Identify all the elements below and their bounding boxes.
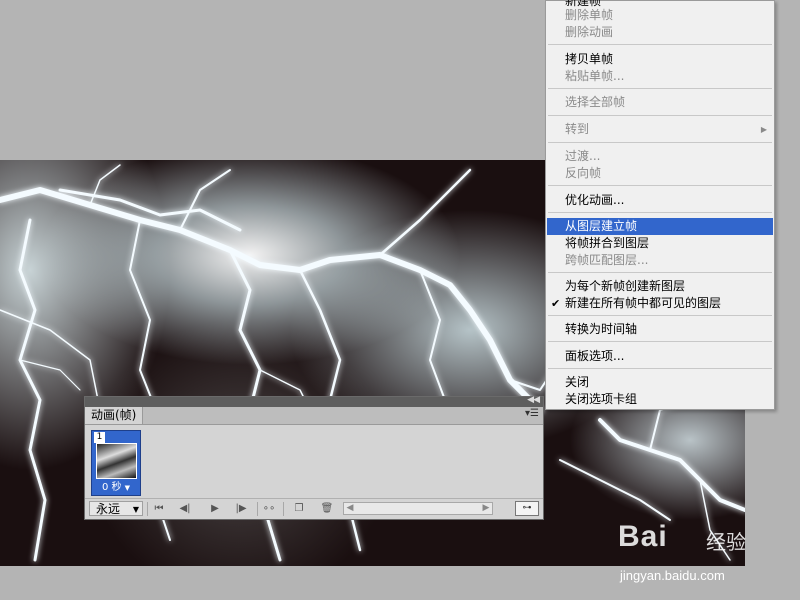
animation-frame-1[interactable]: 1 0 秒 ▼	[91, 430, 141, 496]
animation-controls-bar: 永远 ▼ ⏮ ◀| ▶ |▶ ∘∘ ❐ 🗑 ◀ ▶ ⊶	[85, 498, 543, 519]
controls-divider	[147, 502, 148, 516]
menu-separator	[548, 315, 772, 316]
menu-item-create-new-layer-each-frame[interactable]: 为每个新帧创建新图层	[547, 278, 773, 295]
menu-item-reverse-frames[interactable]: 反向帧	[547, 165, 773, 182]
panel-menu-icon[interactable]: ▾☰	[525, 408, 539, 419]
scroll-left-icon[interactable]: ◀	[344, 503, 356, 514]
scroll-right-icon[interactable]: ▶	[480, 503, 492, 514]
panel-context-menu: 新建帧 删除单帧 删除动画 拷贝单帧 粘贴单帧... 选择全部帧 转到 ▶ 过渡…	[545, 0, 775, 410]
menu-separator	[548, 44, 772, 45]
menu-item-convert-to-timeline[interactable]: 转换为时间轴	[547, 321, 773, 338]
menu-separator	[548, 212, 772, 213]
watermark-url: jingyan.baidu.com	[620, 568, 725, 583]
menu-item-delete-frame[interactable]: 删除单帧	[547, 7, 773, 24]
menu-separator	[548, 115, 772, 116]
menu-separator	[548, 272, 772, 273]
controls-divider	[257, 502, 258, 516]
menu-item-go-to[interactable]: 转到 ▶	[547, 121, 773, 138]
menu-separator	[548, 341, 772, 342]
menu-item-delete-animation[interactable]: 删除动画	[547, 24, 773, 41]
panel-title-strip[interactable]: ◀◀	[85, 395, 543, 407]
menu-item-copy-frame[interactable]: 拷贝单帧	[547, 51, 773, 68]
menu-separator	[548, 88, 772, 89]
chevron-down-icon: ▼	[132, 505, 139, 514]
menu-separator	[548, 142, 772, 143]
menu-item-panel-options[interactable]: 面板选项...	[547, 348, 773, 365]
duplicate-frame-icon[interactable]: ❐	[291, 502, 307, 516]
tween-icon[interactable]: ∘∘	[261, 502, 277, 516]
baidu-watermark: Bai 经验	[610, 520, 780, 560]
play-icon[interactable]: ▶	[207, 502, 223, 516]
menu-item-new-layers-visible-all-frames[interactable]: ✔ 新建在所有帧中都可见的图层	[547, 295, 773, 312]
submenu-arrow-icon: ▶	[760, 125, 767, 134]
chevron-down-icon: ▼	[124, 484, 131, 492]
menu-item-close-tab-group[interactable]: 关闭选项卡组	[547, 391, 773, 408]
menu-item-flatten-frames-into-layers[interactable]: 将帧拼合到图层	[547, 235, 773, 252]
checkmark-icon: ✔	[551, 297, 561, 310]
watermark-logo-text: Bai	[618, 520, 668, 553]
frame-thumbnail	[96, 443, 137, 479]
loop-options-value: 永远	[96, 502, 121, 516]
animation-panel: ◀◀ 动画(帧) ▾☰ 1 0 秒 ▼ 永远 ▼ ⏮ ◀| ▶ |▶ ∘∘ ❐ …	[84, 395, 544, 520]
first-frame-icon[interactable]: ⏮	[151, 502, 167, 516]
menu-item-close[interactable]: 关闭	[547, 374, 773, 391]
menu-item-paste-frame[interactable]: 粘贴单帧...	[547, 68, 773, 85]
delete-frame-icon[interactable]: 🗑	[319, 502, 335, 516]
menu-item-match-layer-across-frames[interactable]: 跨帧匹配图层...	[547, 252, 773, 269]
menu-item-tween[interactable]: 过渡...	[547, 148, 773, 165]
menu-separator	[548, 185, 772, 186]
watermark-logo-suffix: 经验	[706, 530, 746, 554]
tab-animation-frames[interactable]: 动画(帧)	[85, 407, 144, 424]
convert-to-timeline-icon[interactable]: ⊶	[515, 501, 539, 516]
next-frame-icon[interactable]: |▶	[233, 502, 249, 516]
frame-number: 1	[94, 432, 105, 443]
previous-frame-icon[interactable]: ◀|	[177, 502, 193, 516]
frame-delay-value: 0 秒	[101, 482, 122, 493]
menu-item-new-layers-visible-label: 新建在所有帧中都可见的图层	[565, 296, 722, 310]
menu-item-make-frames-from-layers[interactable]: 从图层建立帧	[547, 218, 773, 235]
menu-item-optimize-animation[interactable]: 优化动画...	[547, 192, 773, 209]
collapse-panel-icon[interactable]: ◀◀	[527, 395, 540, 405]
menu-item-go-to-label: 转到	[565, 122, 590, 136]
menu-item-select-all-frames[interactable]: 选择全部帧	[547, 94, 773, 111]
loop-options-select[interactable]: 永远 ▼	[89, 501, 143, 516]
panel-tab-bar: 动画(帧) ▾☰	[85, 407, 543, 425]
frames-scrollbar[interactable]: ◀ ▶	[343, 502, 493, 515]
controls-divider	[283, 502, 284, 516]
menu-separator	[548, 368, 772, 369]
frame-delay[interactable]: 0 秒 ▼	[92, 478, 140, 493]
